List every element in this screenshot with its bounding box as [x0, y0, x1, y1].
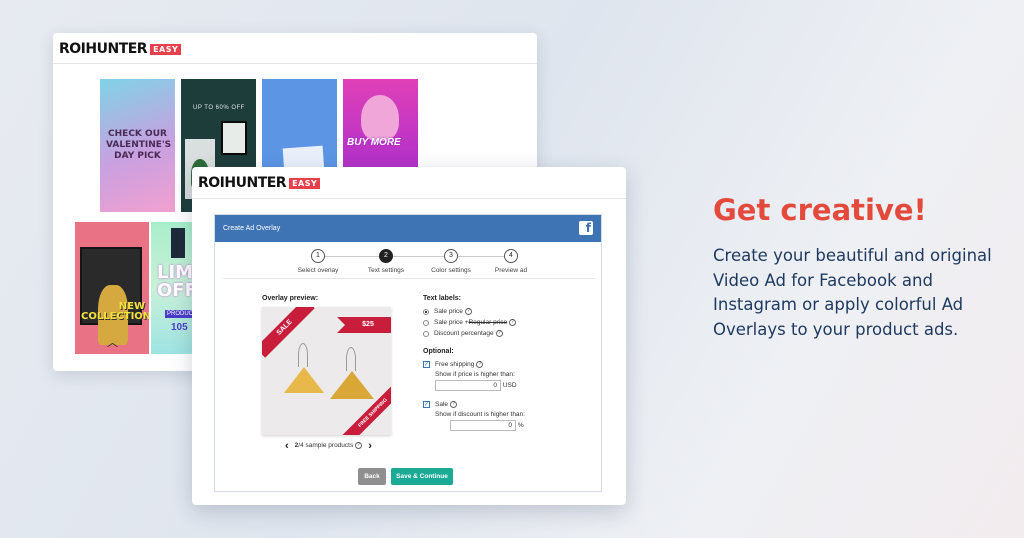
option-label: Sale price — [434, 308, 463, 315]
frame-image — [221, 121, 247, 155]
tile-text: NEW COLLECTION — [81, 301, 149, 322]
tile-image — [171, 228, 185, 258]
logo-badge: EASY — [289, 177, 321, 189]
earring-hook — [298, 343, 308, 367]
step-number: 1 — [311, 249, 325, 263]
text-labels-heading: Text labels: — [423, 295, 461, 302]
tile-text: CHECK OUR VALENTINE'S DAY PICK — [106, 129, 172, 161]
help-icon[interactable]: ? — [476, 361, 484, 368]
percent-unit: % — [517, 422, 524, 430]
discount-threshold: Show if discount is higher than: 0 % — [435, 411, 593, 431]
earring-hook — [346, 347, 356, 371]
sample-pager: ‹ 2/4 sample products? › — [285, 440, 372, 452]
optional-heading: Optional: — [423, 348, 454, 355]
radio-button[interactable] — [423, 308, 429, 315]
save-continue-button[interactable]: Save & Continue — [391, 468, 453, 485]
step-label: Preview ad — [494, 267, 528, 274]
checkbox[interactable]: ✓ — [423, 401, 430, 408]
roihunter-logo: ROIHUNTER EASY — [59, 41, 537, 57]
step-number: 4 — [504, 249, 518, 263]
logo-badge: EASY — [150, 43, 182, 55]
facebook-icon: f — [579, 221, 593, 235]
crane-earring — [330, 371, 374, 399]
shipping-threshold: Show if price is higher than: 0 USD — [435, 371, 593, 391]
radio-button[interactable] — [423, 319, 429, 326]
option-label: Discount percentage — [434, 330, 494, 337]
back-window-header: ROIHUNTER EASY — [53, 33, 537, 64]
checkbox[interactable]: ✓ — [423, 361, 430, 368]
step-label: Select overlay — [297, 267, 339, 274]
tile-number: 105 — [171, 322, 188, 333]
option-label: Sale price + — [434, 319, 469, 326]
tile-image — [361, 95, 399, 141]
shipping-threshold-input[interactable]: 0 — [435, 380, 501, 391]
radio-sale-regular-price[interactable]: Sale price + Regular price? — [423, 317, 593, 328]
checkbox-free-shipping[interactable]: ✓ Free shipping? — [423, 359, 593, 370]
radio-discount-percentage[interactable]: Discount percentage? — [423, 328, 593, 339]
panel-title: Create Ad Overlay — [223, 225, 281, 232]
front-window-header: ROIHUNTER EASY — [192, 167, 626, 199]
step-text-settings[interactable]: 2 Text settings — [351, 249, 421, 274]
front-app-window: ROIHUNTER EASY Create Ad Overlay f 1 Sel… — [192, 167, 626, 505]
pager-text: 2/4 sample products? — [295, 442, 363, 450]
step-number: 3 — [444, 249, 458, 263]
pager-total: /4 sample products — [298, 442, 354, 450]
create-overlay-panel: Create Ad Overlay f 1 Select overlay 2 T… — [214, 214, 602, 492]
back-button[interactable]: Back — [358, 468, 386, 485]
wizard-steps: 1 Select overlay 2 Text settings 3 Color… — [223, 249, 595, 279]
step-number: 2 — [379, 249, 393, 263]
panel-header: Create Ad Overlay f — [215, 215, 601, 242]
logo-text: ROIHUNTER — [59, 41, 148, 57]
overlay-preview-image: SALE $25 FREE SHIPPING — [262, 307, 391, 435]
logo-text: ROIHUNTER — [198, 175, 287, 191]
step-preview-ad[interactable]: 4 Preview ad — [476, 249, 546, 274]
roihunter-logo: ROIHUNTER EASY — [198, 175, 626, 191]
overlay-preview-label: Overlay preview: — [262, 295, 319, 302]
option-label-strike: Regular price — [468, 319, 508, 326]
radio-sale-price[interactable]: Sale price? — [423, 306, 593, 317]
template-tile-valentines[interactable]: CHECK OUR VALENTINE'S DAY PICK — [100, 79, 175, 212]
help-icon[interactable]: ? — [450, 401, 458, 408]
help-icon[interactable]: ? — [495, 330, 503, 337]
chevron-left-icon[interactable]: ‹ — [285, 440, 289, 452]
template-tile-new-collection[interactable]: NEW COLLECTION ︿ — [75, 222, 149, 354]
help-icon[interactable]: ? — [464, 308, 472, 315]
settings-column: Text labels: Sale price? Sale price + Re… — [423, 295, 593, 431]
discount-hint: Show if discount is higher than: — [435, 411, 525, 418]
currency-unit: USD — [502, 382, 517, 390]
shipping-hint: Show if price is higher than: — [435, 371, 515, 378]
discount-threshold-input[interactable]: 0 — [450, 420, 516, 431]
tile-text: UP TO 60% OFF — [193, 105, 245, 111]
step-label: Text settings — [367, 267, 405, 274]
checkbox-sale[interactable]: ✓ Sale? — [423, 399, 593, 410]
chevron-up-icon[interactable]: ︿ — [107, 334, 118, 350]
price-ribbon: $25 — [337, 317, 391, 333]
chevron-right-icon[interactable]: › — [368, 440, 372, 452]
body-copy: Create your beautiful and original Video… — [713, 246, 992, 339]
option-label: Free shipping — [435, 361, 475, 368]
step-select-overlay[interactable]: 1 Select overlay — [283, 249, 353, 274]
crane-earring — [284, 367, 324, 393]
help-icon[interactable]: ? — [355, 442, 363, 450]
option-label: Sale — [435, 401, 449, 408]
help-icon[interactable]: ? — [509, 319, 517, 326]
radio-button[interactable] — [423, 330, 429, 337]
headline: Get creative! — [713, 193, 927, 227]
tile-text: BUY MORE — [347, 137, 401, 148]
